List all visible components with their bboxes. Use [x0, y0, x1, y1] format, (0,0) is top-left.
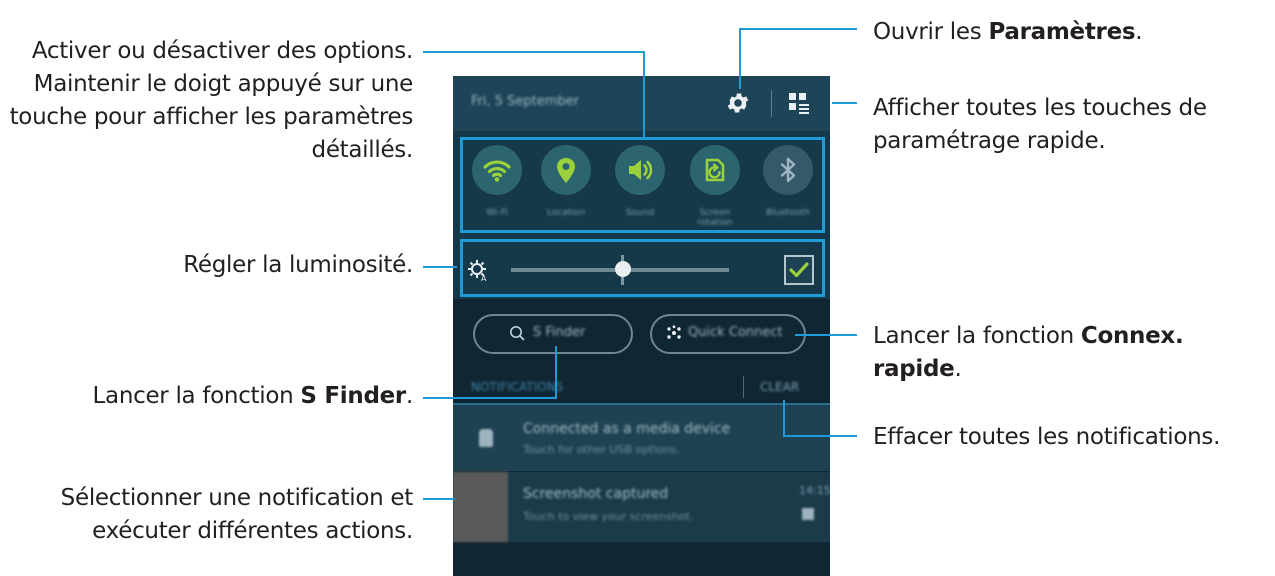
leader-line-brightness: [423, 266, 457, 268]
leader-line-s-finder-v: [555, 346, 557, 399]
leader-line-settings-h: [739, 28, 857, 30]
callout-show-all-quick: Afficher toutes les touches de paramétra…: [873, 95, 1207, 154]
bluetooth-toggle[interactable]: [763, 145, 813, 195]
quick-connect-icon: [667, 325, 681, 339]
location-toggle[interactable]: [541, 145, 591, 195]
callout-s-finder: Lancer la fonction S Finder.: [92, 383, 414, 409]
leader-line-clear-h: [783, 435, 857, 437]
notification-panel: Fri, 5 September Wi-Fi Location Sound Sc…: [453, 76, 830, 576]
quick-settings-row: Wi-Fi Location Sound Screen rotation Blu…: [453, 131, 830, 235]
sound-toggle[interactable]: [615, 145, 665, 195]
callout-quick-connect: Lancer la fonction Connex. rapide.: [873, 323, 1184, 382]
leader-line-notification: [423, 498, 455, 500]
gear-icon[interactable]: [725, 90, 751, 116]
date-label: Fri, 5 September: [471, 94, 580, 109]
rotation-toggle[interactable]: [690, 145, 740, 195]
rotation-label: Screen rotation: [697, 208, 733, 228]
bluetooth-icon: [780, 157, 796, 183]
callout-select-notification: Sélectionner une notification et exécute…: [60, 485, 414, 544]
notification-title: Connected as a media device: [523, 421, 731, 437]
brightness-handle[interactable]: [615, 261, 631, 277]
status-header: Fri, 5 September: [453, 76, 830, 131]
leader-line-settings-v: [739, 28, 741, 89]
usb-icon: [479, 429, 493, 447]
callout-toggle-options: Activer ou désactiver des options. Maint…: [9, 38, 414, 163]
brightness-auto-icon: A: [468, 260, 487, 281]
notification-subtitle: Touch to view your screenshot.: [523, 510, 694, 523]
notification-time: 14:15: [799, 484, 830, 497]
wifi-label: Wi-Fi: [486, 208, 508, 218]
notification-subtitle: Touch for other USB options.: [523, 443, 680, 456]
location-icon: [557, 158, 575, 183]
check-icon: [789, 262, 809, 278]
clear-button[interactable]: CLEAR: [760, 380, 799, 394]
location-label: Location: [546, 208, 586, 218]
wifi-toggle[interactable]: [472, 145, 522, 195]
notification-item[interactable]: Connected as a media device Touch for ot…: [453, 405, 830, 471]
leader-line-toggle-h: [423, 51, 645, 53]
wifi-icon: [483, 160, 511, 182]
svg-text:A: A: [481, 274, 487, 281]
notification-item[interactable]: Screenshot captured Touch to view your s…: [453, 472, 830, 542]
s-finder-label: S Finder: [533, 325, 586, 340]
header-divider: [771, 90, 772, 117]
auto-brightness-checkbox[interactable]: [784, 255, 814, 285]
callout-open-settings: Ouvrir les Paramètres.: [873, 19, 1143, 45]
sound-icon: [629, 160, 653, 180]
s-finder-button[interactable]: S Finder: [473, 314, 633, 354]
callout-clear-notifications: Effacer toutes les notifications.: [873, 424, 1221, 450]
brightness-row: A: [453, 235, 830, 299]
leader-line-s-finder-h: [423, 397, 557, 399]
leader-line-grid: [832, 102, 857, 104]
notification-title: Screenshot captured: [523, 486, 669, 502]
leader-line-quick-connect: [795, 334, 857, 336]
sound-label: Sound: [625, 208, 655, 218]
header-separator: [743, 376, 744, 398]
leader-line-toggle-v: [643, 51, 645, 137]
s-finder-icon: [510, 326, 525, 341]
screenshot-thumbnail: [453, 472, 508, 542]
leader-line-clear-v: [783, 400, 785, 437]
notifications-title: NOTIFICATIONS: [471, 380, 564, 394]
gallery-icon: [802, 508, 814, 520]
quick-settings-grid-icon[interactable]: [788, 92, 810, 114]
quick-connect-label: Quick Connect: [688, 325, 783, 340]
quick-connect-button[interactable]: Quick Connect: [650, 314, 806, 354]
callout-brightness: Régler la luminosité.: [183, 252, 413, 278]
bluetooth-label: Bluetooth: [766, 208, 810, 218]
rotation-icon: [705, 158, 725, 182]
